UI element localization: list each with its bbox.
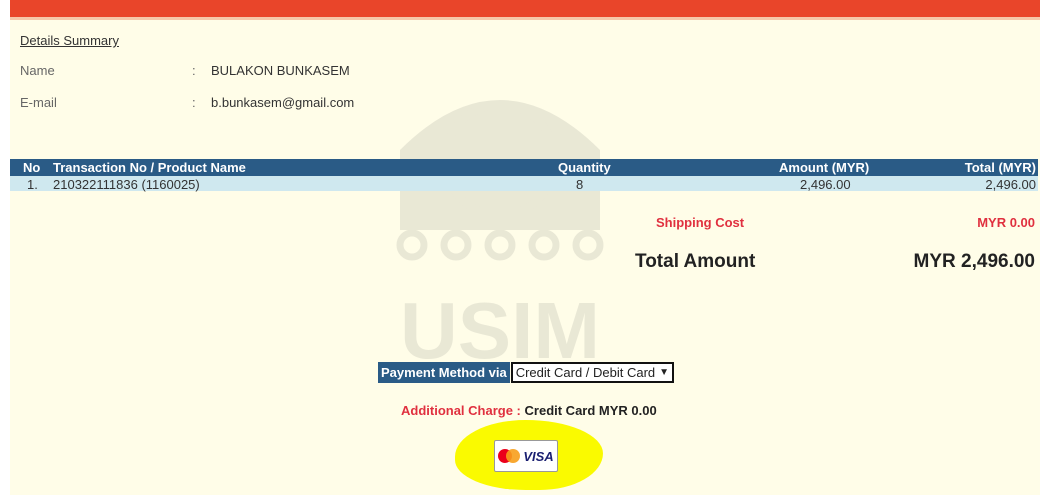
payment-page: USIM Details Summary Name : BULAKON BUNK… [10, 0, 1040, 495]
details-summary-title: Details Summary [20, 33, 119, 48]
email-value: b.bunkasem@gmail.com [211, 95, 355, 110]
shipping-cost-value: MYR 0.00 [977, 215, 1035, 230]
header-quantity: Quantity [558, 160, 611, 175]
email-label: E-mail [20, 95, 57, 110]
additional-charge: Additional Charge : Credit Card MYR 0.00 [401, 403, 657, 418]
top-header-bar [10, 0, 1040, 20]
name-value: BULAKON BUNKASEM [211, 63, 350, 78]
header-total: Total (MYR) [964, 160, 1036, 175]
table-row: 1. 210322111836 (1160025) 8 2,496.00 2,4… [10, 176, 1038, 192]
email-colon: : [192, 95, 196, 110]
row-no: 1. [27, 177, 38, 192]
header-amount: Amount (MYR) [779, 160, 870, 175]
additional-charge-value: Credit Card MYR 0.00 [524, 403, 657, 418]
total-amount-value: MYR 2,496.00 [913, 251, 1035, 272]
table-header: No Transaction No / Product Name Quantit… [10, 159, 1038, 176]
row-transaction: 210322111836 (1160025) [53, 177, 200, 192]
payment-method-select[interactable]: Credit Card / Debit Card ▼ [510, 362, 675, 383]
total-amount-label: Total Amount [635, 251, 756, 272]
header-transaction: Transaction No / Product Name [53, 160, 246, 175]
header-no: No [23, 160, 41, 175]
shipping-cost-label: Shipping Cost [656, 215, 745, 230]
row-amount: 2,496.00 [800, 177, 851, 192]
chevron-down-icon: ▼ [659, 367, 670, 378]
payment-method-selected-value: Credit Card / Debit Card [515, 365, 656, 380]
name-label: Name [20, 63, 55, 78]
svg-text:USIM: USIM [400, 286, 600, 370]
additional-charge-label: Additional Charge : [401, 403, 521, 418]
name-colon: : [192, 63, 196, 78]
card-logos-button[interactable]: VISA [494, 440, 558, 472]
row-total: 2,496.00 [985, 177, 1036, 192]
visa-icon: VISA [523, 448, 554, 464]
payment-method-label: Payment Method via [378, 362, 510, 383]
usim-watermark-logo: USIM [396, 100, 604, 370]
mastercard-icon [498, 449, 521, 463]
payment-method-group: Payment Method via Credit Card / Debit C… [378, 362, 675, 383]
row-quantity: 8 [576, 177, 584, 192]
